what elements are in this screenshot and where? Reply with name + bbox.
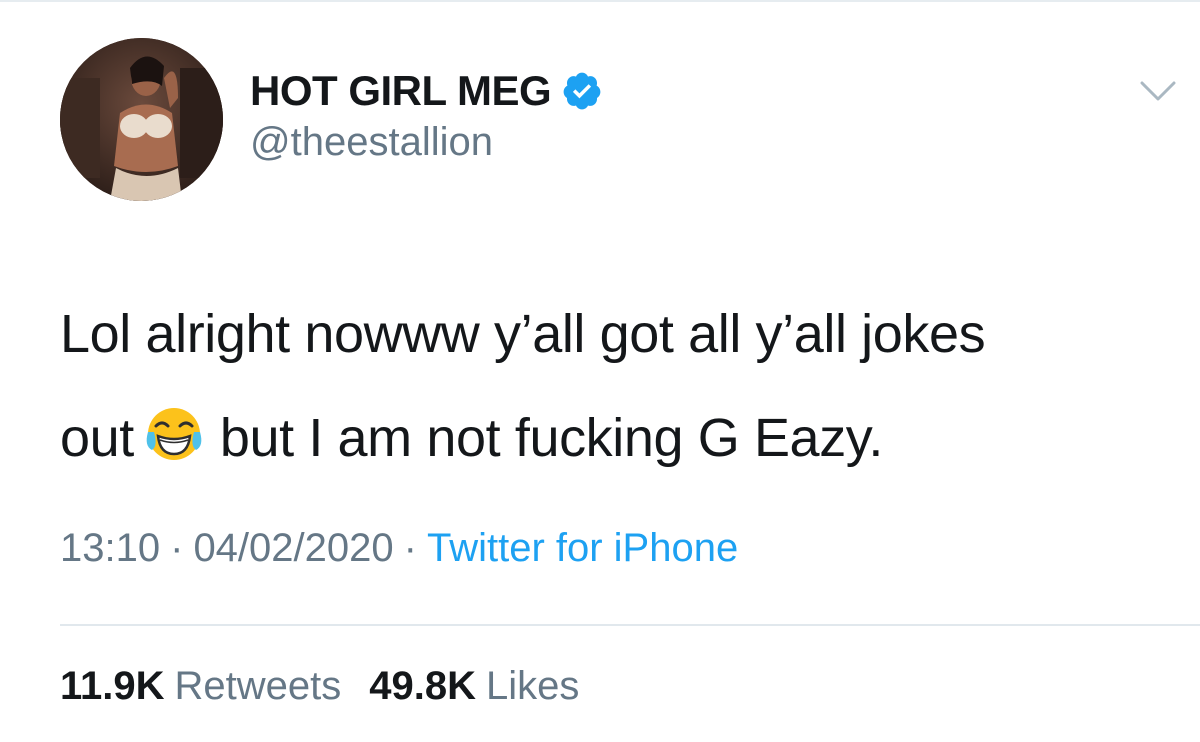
tweet-text-line-2: out but I am not fucking G Eazy. bbox=[60, 386, 1180, 490]
verified-badge-icon bbox=[561, 70, 603, 112]
retweets-count: 11.9K bbox=[60, 664, 165, 708]
display-name[interactable]: HOT GIRL MEG bbox=[250, 67, 552, 115]
divider bbox=[60, 624, 1200, 626]
chevron-down-icon[interactable] bbox=[1138, 78, 1178, 104]
author-block: HOT GIRL MEG @theestallion bbox=[250, 64, 603, 165]
tweet-text-segment: out bbox=[60, 408, 134, 468]
tweet-time[interactable]: 13:10 bbox=[60, 526, 160, 570]
user-handle[interactable]: @theestallion bbox=[250, 120, 603, 165]
engagement-stats: 11.9K Retweets 49.8K Likes bbox=[60, 664, 607, 709]
name-row: HOT GIRL MEG bbox=[250, 64, 603, 118]
likes-label: Likes bbox=[486, 664, 580, 708]
retweets-stat[interactable]: 11.9K Retweets bbox=[60, 664, 341, 708]
tweet-date[interactable]: 04/02/2020 bbox=[193, 526, 393, 570]
avatar-photo bbox=[60, 38, 223, 201]
retweets-label: Retweets bbox=[174, 664, 342, 708]
separator-dot: · bbox=[170, 526, 184, 570]
likes-count: 49.8K bbox=[369, 664, 477, 708]
avatar[interactable] bbox=[60, 38, 223, 201]
tweet-text: Lol alright nowww y’all got all y’all jo… bbox=[60, 282, 1180, 490]
tweet-metadata: 13:10 · 04/02/2020 · Twitter for iPhone bbox=[60, 526, 738, 571]
likes-stat[interactable]: 49.8K Likes bbox=[369, 664, 579, 708]
tweet-card: HOT GIRL MEG @theestallion Lol alright n… bbox=[0, 0, 1200, 742]
tweet-text-segment: but I am not fucking G Eazy. bbox=[219, 408, 884, 468]
face-with-tears-of-joy-emoji-icon bbox=[142, 396, 206, 460]
tweet-source-link[interactable]: Twitter for iPhone bbox=[427, 526, 738, 570]
tweet-text-line-1: Lol alright nowww y’all got all y’all jo… bbox=[60, 304, 986, 364]
separator-dot: · bbox=[403, 526, 417, 570]
